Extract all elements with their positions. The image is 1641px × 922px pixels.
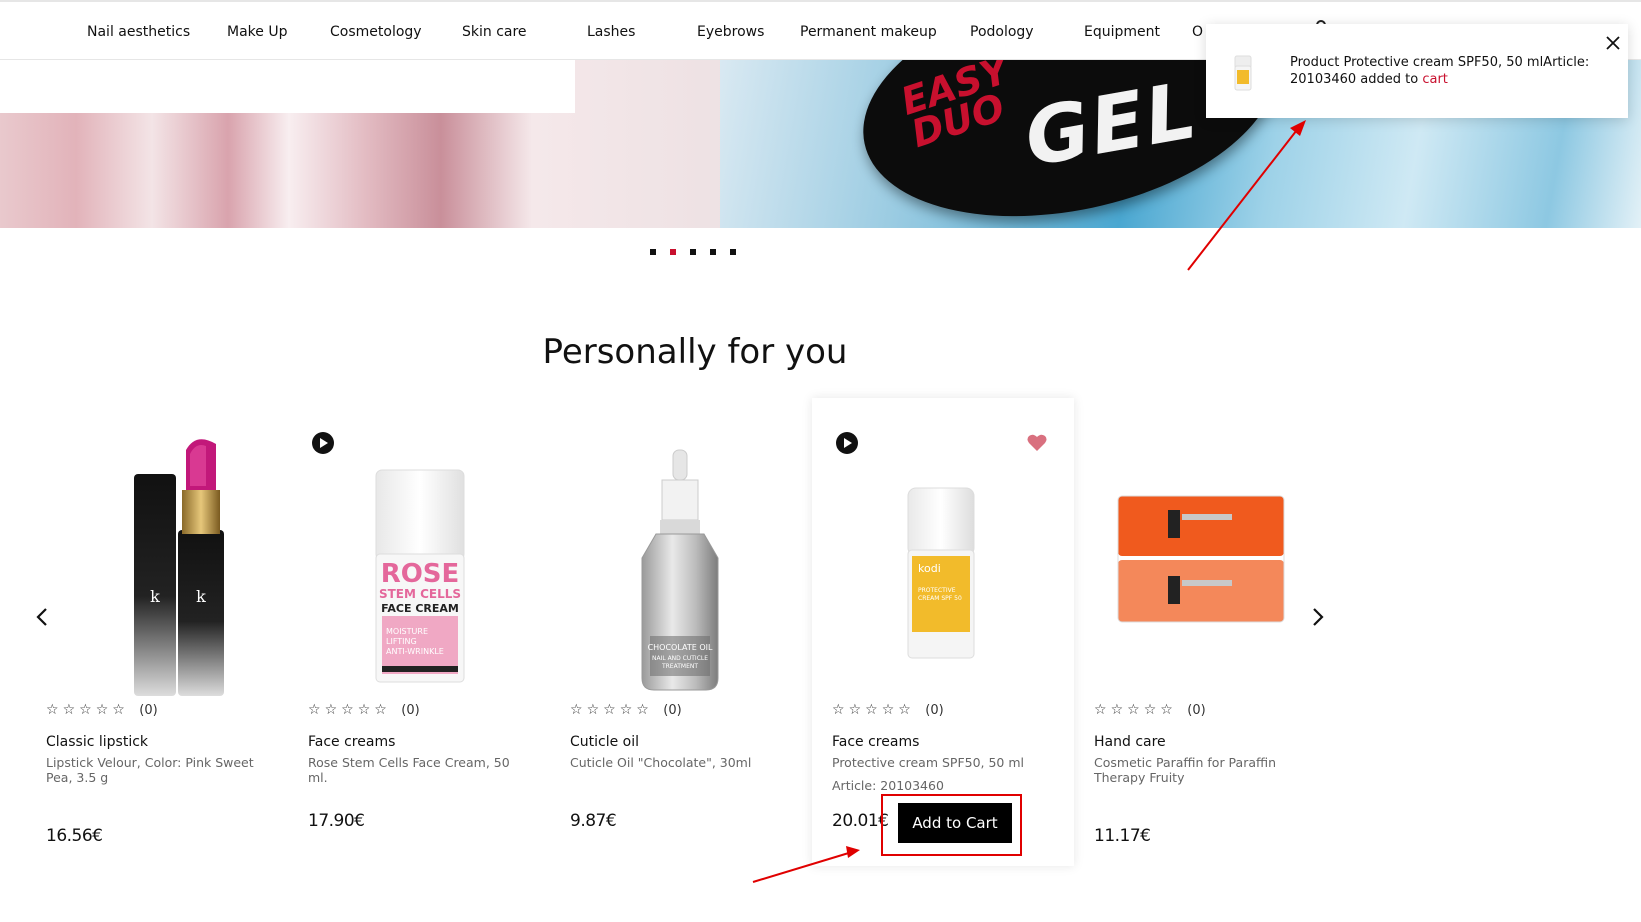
nav-item-eyebrows[interactable]: Eyebrows	[697, 24, 764, 40]
star-icon[interactable]: ☆	[865, 702, 882, 718]
treatment-label: TREATMENT	[661, 663, 698, 670]
protective-cream-image[interactable]: kodi PROTECTIVE CREAM SPF 50	[832, 426, 1052, 698]
star-icon[interactable]: ☆	[1127, 702, 1144, 718]
banner-white-panel	[0, 60, 575, 113]
nav-item-make-up[interactable]: Make Up	[227, 24, 287, 40]
face-cream-label: FACE CREAM	[381, 602, 459, 615]
nav-item-cosmetology[interactable]: Cosmetology	[330, 24, 422, 40]
star-icon[interactable]: ☆	[1160, 702, 1177, 718]
rating-stars: ☆☆☆☆☆ (0)	[46, 702, 158, 718]
svg-text:k: k	[196, 587, 206, 606]
product-category[interactable]: Hand care	[1094, 734, 1166, 750]
rose-label: ROSE	[381, 559, 460, 589]
star-icon[interactable]: ☆	[46, 702, 63, 718]
star-icon[interactable]: ☆	[308, 702, 325, 718]
chocolate-oil-label: CHOCOLATE OIL	[648, 643, 713, 652]
product-name[interactable]: Cuticle Oil "Chocolate", 30ml	[570, 755, 790, 770]
product-price: 11.17€	[1094, 826, 1151, 846]
product-category[interactable]: Cuticle oil	[570, 734, 639, 750]
paraffin-image[interactable]	[1094, 426, 1314, 698]
star-icon[interactable]: ☆	[1094, 702, 1111, 718]
star-icon[interactable]: ☆	[374, 702, 391, 718]
star-icon[interactable]: ☆	[570, 702, 587, 718]
moisture-label: MOISTURE	[386, 627, 428, 636]
star-icon[interactable]: ☆	[112, 702, 129, 718]
product-name[interactable]: Protective cream SPF50, 50 ml	[832, 755, 1052, 770]
protective-label: PROTECTIVE	[918, 587, 956, 594]
star-icon[interactable]: ☆	[882, 702, 899, 718]
lipstick-image[interactable]: k k	[46, 426, 266, 698]
rating-stars: ☆☆☆☆☆ (0)	[832, 702, 944, 718]
nail-and-cuticle-label: NAIL AND CUTICLE	[652, 655, 708, 662]
star-icon[interactable]: ☆	[636, 702, 653, 718]
banner-dot-4[interactable]	[710, 249, 716, 255]
product-price: 9.87€	[570, 811, 617, 831]
nav-item-other[interactable]: O	[1192, 24, 1203, 40]
notification-message: Product Protective cream SPF50, 50 mlArt…	[1290, 54, 1600, 88]
close-icon[interactable]	[1604, 34, 1622, 52]
banner-dot-5[interactable]	[730, 249, 736, 255]
added-to-cart-notification: Product Protective cream SPF50, 50 mlArt…	[1206, 24, 1628, 118]
rating-count: (0)	[925, 703, 944, 718]
face-cream-image[interactable]: ROSE STEM CELLS FACE CREAM MOISTURE LIFT…	[308, 426, 528, 698]
star-icon[interactable]: ☆	[341, 702, 358, 718]
nav-item-equipment[interactable]: Equipment	[1084, 24, 1160, 40]
product-price: 20.01€	[832, 811, 889, 831]
anti-wrinkle-label: ANTI-WRINKLE	[386, 647, 444, 656]
rating-count: (0)	[1187, 703, 1206, 718]
cart-link[interactable]: cart	[1422, 72, 1448, 87]
product-article: Article: 20103460	[832, 778, 944, 793]
product-card[interactable]: ROSE STEM CELLS FACE CREAM MOISTURE LIFT…	[288, 398, 550, 866]
banner-dot-1[interactable]	[650, 249, 656, 255]
star-icon[interactable]: ☆	[358, 702, 375, 718]
banner-dot-3[interactable]	[690, 249, 696, 255]
star-icon[interactable]: ☆	[620, 702, 637, 718]
star-icon[interactable]: ☆	[603, 702, 620, 718]
product-card[interactable]: ☆☆☆☆☆ (0) Hand care Cosmetic Paraffin fo…	[1074, 398, 1336, 866]
product-name[interactable]: Cosmetic Paraffin for Paraffin Therapy F…	[1094, 755, 1314, 785]
star-icon[interactable]: ☆	[587, 702, 604, 718]
cuticle-oil-image[interactable]: CHOCOLATE OIL NAIL AND CUTICLE TREATMENT	[570, 426, 790, 698]
star-icon[interactable]: ☆	[1111, 702, 1128, 718]
product-name[interactable]: Rose Stem Cells Face Cream, 50 ml.	[308, 755, 528, 785]
nav-item-nail-aesthetics[interactable]: Nail aesthetics	[87, 24, 190, 40]
rating-stars: ☆☆☆☆☆ (0)	[570, 702, 682, 718]
star-icon[interactable]: ☆	[832, 702, 849, 718]
star-icon[interactable]: ☆	[96, 702, 113, 718]
banner-dot-2[interactable]	[670, 249, 676, 255]
rating-stars: ☆☆☆☆☆ (0)	[1094, 702, 1206, 718]
rating-count: (0)	[663, 703, 682, 718]
rating-count: (0)	[401, 703, 420, 718]
rating-count: (0)	[139, 703, 158, 718]
product-card[interactable]: k k ☆☆☆☆☆ (0) Classic lipstick Lipstick …	[26, 398, 288, 866]
stem-cells-label: STEM CELLS	[379, 587, 461, 601]
product-card[interactable]: CHOCOLATE OIL NAIL AND CUTICLE TREATMENT…	[550, 398, 812, 866]
rating-stars: ☆☆☆☆☆ (0)	[308, 702, 420, 718]
product-price: 17.90€	[308, 811, 365, 831]
product-thumbnail	[1234, 55, 1252, 91]
nav-item-skin-care[interactable]: Skin care	[462, 24, 527, 40]
nav-item-podology[interactable]: Podology	[970, 24, 1034, 40]
svg-text:k: k	[150, 587, 160, 606]
product-category[interactable]: Classic lipstick	[46, 734, 148, 750]
nav-item-permanent-makeup[interactable]: Permanent makeup	[800, 24, 937, 40]
star-icon[interactable]: ☆	[1144, 702, 1161, 718]
lifting-label: LIFTING	[386, 637, 417, 646]
product-price: 16.56€	[46, 826, 103, 846]
cream-spf-label: CREAM SPF 50	[918, 595, 962, 602]
product-name[interactable]: Lipstick Velour, Color: Pink Sweet Pea, …	[46, 755, 266, 785]
product-category[interactable]: Face creams	[832, 734, 919, 750]
star-icon[interactable]: ☆	[849, 702, 866, 718]
star-icon[interactable]: ☆	[63, 702, 80, 718]
star-icon[interactable]: ☆	[325, 702, 342, 718]
section-title: Personally for you	[542, 332, 848, 372]
star-icon[interactable]: ☆	[79, 702, 96, 718]
kodi-label: kodi	[918, 562, 941, 575]
nav-item-lashes[interactable]: Lashes	[587, 24, 635, 40]
star-icon[interactable]: ☆	[898, 702, 915, 718]
annotation-highlight-box	[881, 794, 1022, 856]
product-category[interactable]: Face creams	[308, 734, 395, 750]
